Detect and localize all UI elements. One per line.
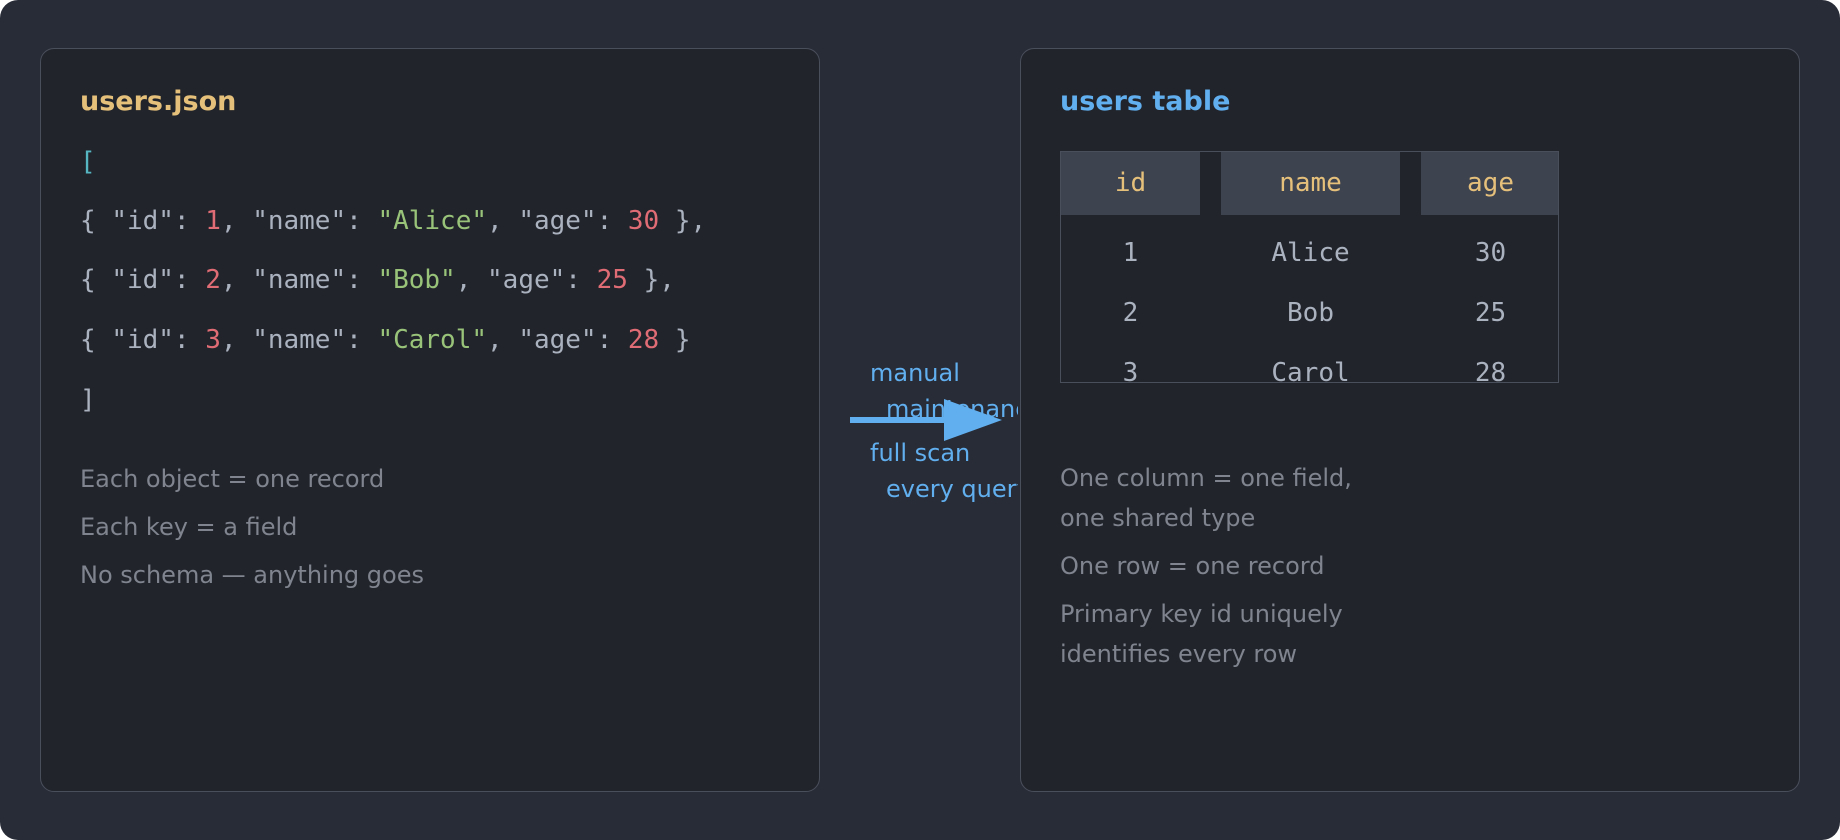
json-note: No schema — anything goes bbox=[80, 561, 424, 589]
json-token: , "name": bbox=[220, 206, 378, 236]
table-cell: 28 bbox=[1474, 358, 1507, 383]
table-panel: users table id name age 1 Alice 30 2 Bob… bbox=[1020, 48, 1800, 792]
json-age-value: 28 bbox=[627, 325, 660, 355]
json-record-line: { "id": 3, "name": "Carol", "age": 28 } bbox=[80, 323, 691, 357]
json-name-value: "Alice" bbox=[377, 206, 488, 236]
column-header-name: name bbox=[1221, 152, 1400, 215]
table-note: One row = one record bbox=[1060, 552, 1325, 580]
json-close-bracket: ] bbox=[80, 385, 96, 415]
diagram-canvas: users.json [ { "id": 1, "name": "Alice",… bbox=[0, 0, 1840, 840]
json-age-value: 25 bbox=[596, 265, 628, 295]
json-token: { bbox=[80, 206, 112, 236]
table-note: one shared type bbox=[1060, 504, 1256, 532]
json-token: { bbox=[80, 265, 112, 295]
table-panel-title: users table bbox=[1060, 86, 1231, 117]
table-cell: 30 bbox=[1474, 238, 1507, 268]
arrow-label-bottom-line1: full scan bbox=[870, 439, 971, 467]
json-token: , "age": bbox=[455, 265, 597, 295]
arrow-label-top-line2: maintenance bbox=[886, 395, 1018, 423]
json-token: } bbox=[659, 325, 691, 355]
json-id-value: 1 bbox=[205, 206, 221, 236]
json-panel: users.json [ { "id": 1, "name": "Alice",… bbox=[40, 48, 820, 792]
table-cell: 3 bbox=[1122, 358, 1139, 383]
json-open-bracket: [ bbox=[80, 147, 96, 177]
json-panel-title: users.json bbox=[80, 86, 237, 117]
json-token: "id": bbox=[111, 265, 206, 295]
column-header-id: id bbox=[1061, 152, 1200, 215]
json-token: "id": bbox=[111, 206, 206, 236]
table-cell: Bob bbox=[1287, 298, 1334, 328]
json-note: Each object = one record bbox=[80, 465, 385, 493]
users-table: id name age 1 Alice 30 2 Bob 25 3 Carol … bbox=[1060, 151, 1559, 383]
table-cell: Carol bbox=[1271, 358, 1350, 383]
table-cell: 2 bbox=[1122, 298, 1139, 328]
table-cell: Alice bbox=[1271, 238, 1350, 268]
json-token: , "age": bbox=[487, 325, 628, 355]
table-cell: 25 bbox=[1474, 298, 1507, 328]
json-token: , "name": bbox=[220, 265, 378, 295]
json-id-value: 3 bbox=[205, 325, 221, 355]
json-token: }, bbox=[659, 206, 707, 236]
json-record-line: { "id": 1, "name": "Alice", "age": 30 }, bbox=[80, 204, 706, 238]
json-record-line: { "id": 2, "name": "Bob", "age": 25 }, bbox=[80, 263, 675, 297]
json-note: Each key = a field bbox=[80, 513, 298, 541]
json-token: "id": bbox=[111, 325, 206, 355]
table-note: identifies every row bbox=[1060, 640, 1298, 668]
json-token: , "name": bbox=[220, 325, 378, 355]
arrow-label-top-line1: manual bbox=[870, 359, 960, 387]
column-header-age: age bbox=[1421, 152, 1558, 215]
json-name-value: "Carol" bbox=[377, 325, 488, 355]
table-note: One column = one field, bbox=[1060, 464, 1352, 492]
json-token: , "age": bbox=[487, 206, 628, 236]
arrow-label-bottom-line2: every query bbox=[886, 475, 1018, 503]
json-token: { bbox=[80, 325, 112, 355]
json-id-value: 2 bbox=[205, 265, 221, 295]
arrow-label-bottom: full scan every query bbox=[868, 438, 1018, 508]
json-token: }, bbox=[627, 265, 675, 295]
json-name-value: "Bob" bbox=[377, 265, 456, 295]
json-age-value: 30 bbox=[627, 206, 660, 236]
table-cell: 1 bbox=[1122, 238, 1139, 268]
arrow-label-top: manual maintenance bbox=[868, 358, 1018, 428]
table-note: Primary key id uniquely bbox=[1060, 600, 1343, 628]
